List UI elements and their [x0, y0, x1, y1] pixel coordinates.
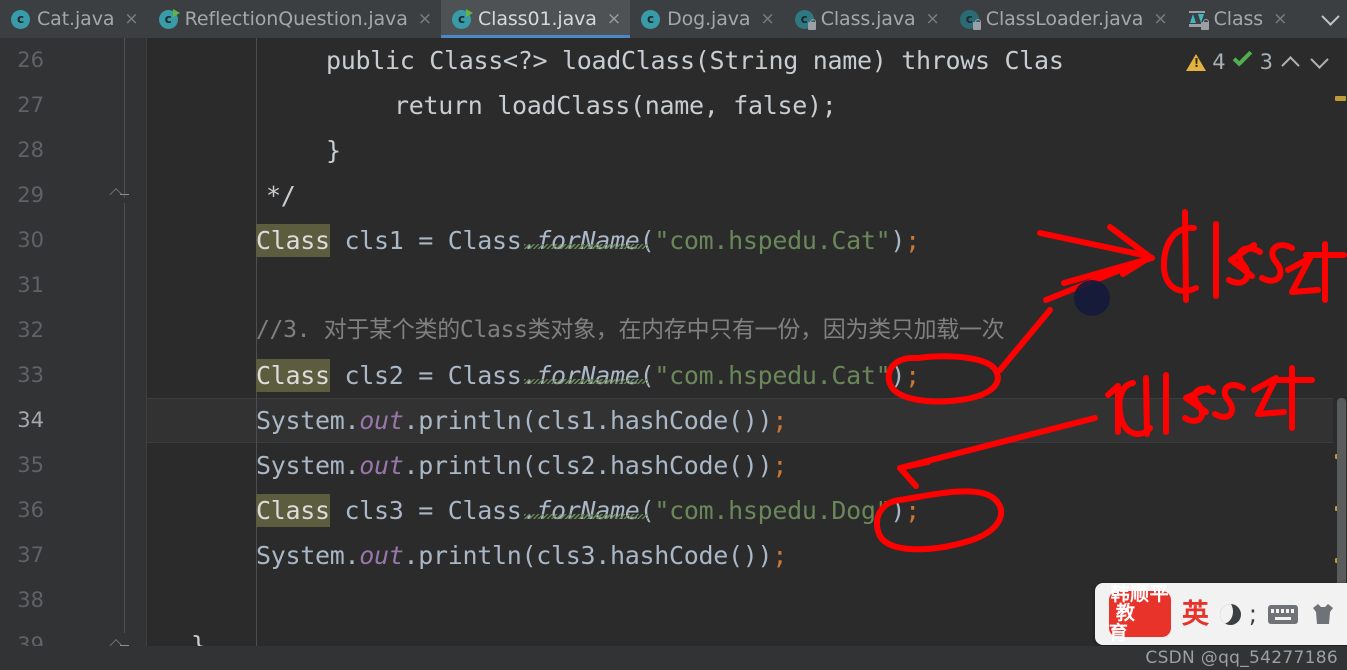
code-line-28: } — [326, 136, 341, 165]
spellcheck-underline — [524, 379, 648, 384]
code-line-33: Class cls2 = Class.forName("com.hspedu.C… — [256, 359, 920, 392]
tab-close-icon[interactable]: × — [1273, 10, 1287, 28]
warning-triangle-icon[interactable] — [1186, 53, 1207, 71]
logo-line-2: 教 育 — [1108, 602, 1142, 644]
code-line-26: public Class<?> loadClass(String name) t… — [326, 46, 1064, 75]
ok-count: 3 — [1259, 50, 1273, 74]
tab-close-icon[interactable]: × — [926, 10, 940, 28]
editor-tab-class01-java[interactable]: Class01.java × — [441, 0, 631, 38]
tab-label: Class.java — [820, 8, 916, 30]
tab-close-icon[interactable]: × — [1153, 10, 1167, 28]
vertical-scrollbar-thumb[interactable] — [1337, 398, 1346, 613]
java-class-icon — [641, 9, 661, 29]
tab-label: ClassLoader.java — [985, 8, 1144, 30]
mouse-cursor-dot — [1074, 280, 1110, 316]
editor-tab-classloader-java[interactable]: ClassLoader.java × — [949, 0, 1177, 38]
input-method-toolbar[interactable]: 韩顺平 教 育 英 ; — [1094, 583, 1347, 645]
spellcheck-underline — [524, 514, 648, 519]
line-number: 30 — [17, 228, 44, 252]
line-number: 33 — [17, 363, 44, 387]
editor-tab-cat-java[interactable]: Cat.java × — [0, 0, 148, 38]
line-number: 32 — [17, 318, 44, 342]
keyboard-icon[interactable] — [1268, 604, 1298, 624]
tab-label: Cat.java — [37, 8, 115, 30]
watermark-text: CSDN @qq_54277186 — [1145, 648, 1338, 668]
line-number: 38 — [17, 588, 44, 612]
tab-label: Class01.java — [478, 8, 597, 30]
highlighted-identifier: Class — [256, 494, 330, 527]
code-line-35: System.out.println(cls2.hashCode()); — [256, 451, 788, 480]
code-line-29: */ — [266, 181, 296, 210]
line-number: 26 — [17, 48, 44, 72]
inspection-widget[interactable]: 4 3 — [1186, 47, 1331, 77]
tab-close-icon[interactable]: × — [760, 10, 774, 28]
decompiled-class-icon — [1188, 10, 1209, 30]
line-number: 35 — [17, 453, 44, 477]
code-folding-gutter[interactable] — [104, 38, 147, 670]
line-number: 29 — [17, 183, 44, 207]
show-more-tabs-button[interactable] — [1313, 0, 1347, 38]
editor-tab-reflectionquestion-java[interactable]: ReflectionQuestion.java × — [148, 0, 441, 38]
code-line-36: Class cls3 = Class.forName("com.hspedu.D… — [256, 494, 920, 527]
tab-close-icon[interactable]: × — [124, 10, 138, 28]
punctuation-mode-label[interactable]: ; — [1249, 602, 1257, 626]
line-number: 28 — [17, 138, 44, 162]
code-editor[interactable]: 26 27 28 29 30 31 32 33 34 35 36 37 38 3… — [0, 38, 1347, 670]
hanshunping-education-logo: 韩顺平 教 育 — [1108, 584, 1171, 642]
ide-window: Cat.java × ReflectionQuestion.java × Cla… — [0, 0, 1347, 670]
editor-tab-bar: Cat.java × ReflectionQuestion.java × Cla… — [0, 0, 1347, 38]
chevron-up-icon[interactable] — [1281, 55, 1300, 75]
skin-icon[interactable] — [1309, 602, 1337, 626]
editor-tab-class-java[interactable]: Class.java × — [784, 0, 949, 38]
code-line-30: Class cls1 = Class.forName("com.hspedu.C… — [256, 224, 920, 257]
java-class-icon — [11, 9, 30, 29]
tab-label: Dog.java — [667, 8, 751, 30]
line-number: 37 — [17, 543, 44, 567]
line-number: 31 — [17, 273, 44, 297]
chevron-down-icon — [1320, 6, 1340, 26]
line-number: 27 — [17, 93, 44, 117]
tab-close-icon[interactable]: × — [607, 10, 621, 28]
line-number: 36 — [17, 498, 44, 522]
java-class-icon — [452, 8, 473, 29]
chevron-down-icon[interactable] — [1310, 49, 1329, 69]
fold-marker-line-29[interactable] — [116, 183, 133, 202]
code-line-34: System.out.println(cls1.hashCode()); — [256, 406, 788, 435]
spellcheck-underline — [524, 244, 648, 249]
editor-tab-dog-java[interactable]: Dog.java × — [630, 0, 784, 38]
warning-count: 4 — [1212, 50, 1226, 74]
editor-tab-class-decompiled[interactable]: Class × — [1177, 0, 1297, 38]
line-number-current: 34 — [17, 408, 44, 432]
code-line-27: return loadClass(name, false); — [394, 91, 837, 120]
java-class-icon — [158, 8, 180, 29]
warning-marker[interactable] — [1335, 96, 1346, 101]
code-text-area[interactable]: public Class<?> loadClass(String name) t… — [146, 38, 1347, 670]
tab-label: ReflectionQuestion.java — [184, 8, 408, 30]
green-check-icon[interactable] — [1232, 53, 1254, 71]
highlighted-identifier: Class — [256, 224, 330, 257]
code-line-37: System.out.println(cls3.hashCode()); — [256, 541, 788, 570]
tab-close-icon[interactable]: × — [418, 10, 432, 28]
editor-marker-bar[interactable] — [1333, 38, 1347, 670]
java-class-locked-icon — [959, 9, 981, 30]
ime-language-indicator[interactable]: 英 — [1182, 601, 1209, 628]
java-class-locked-icon — [794, 9, 816, 30]
tab-label: Class — [1213, 8, 1264, 30]
highlighted-identifier: Class — [256, 359, 330, 392]
moon-icon[interactable] — [1219, 603, 1241, 625]
line-number-gutter[interactable]: 26 27 28 29 30 31 32 33 34 35 36 37 38 3… — [0, 38, 104, 670]
code-line-32-comment: //3. 对于某个类的Class类对象，在内存中只有一份，因为类只加载一次 — [256, 317, 1005, 343]
